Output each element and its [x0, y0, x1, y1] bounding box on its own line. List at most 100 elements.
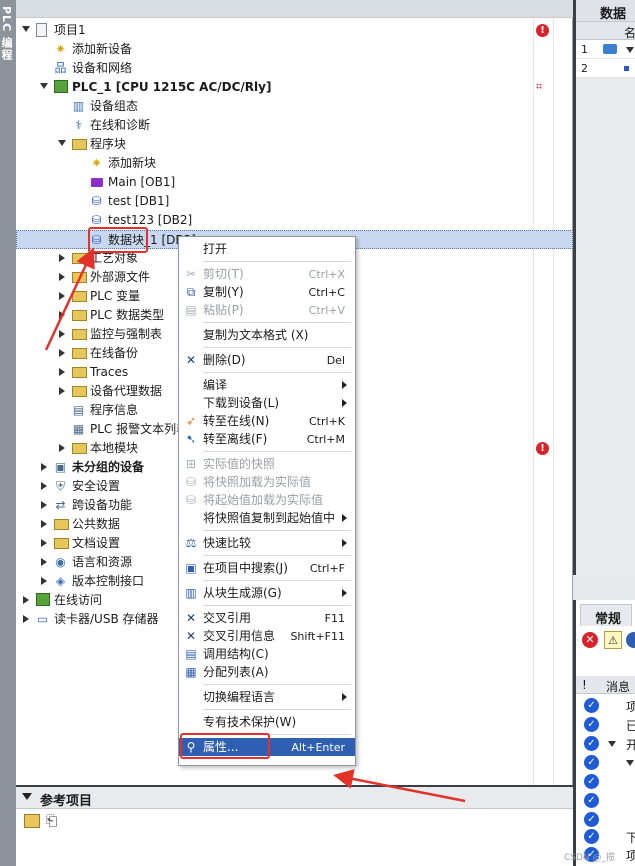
- menu-copy[interactable]: ⧉ 复制(Y) Ctrl+C: [179, 283, 355, 301]
- collapse-arrow-icon[interactable]: [41, 482, 47, 490]
- menu-load-snapshot[interactable]: ⛁ 将快照加载为实际值: [179, 473, 355, 491]
- tree-item-plc1[interactable]: PLC_1 [CPU 1215C AC/DC/Rly] ⌗: [16, 78, 573, 97]
- menu-cross-reference[interactable]: ✕ 交叉引用 F11: [179, 609, 355, 627]
- folder-icon: [72, 310, 87, 321]
- menu-know-how-protection[interactable]: 专有技术保护(W): [179, 713, 355, 731]
- collapse-arrow-icon[interactable]: [59, 273, 65, 281]
- tree-item-label: 监控与强制表: [90, 327, 163, 341]
- left-editor-strip[interactable]: PLC 编程: [0, 0, 16, 866]
- collapse-arrow-icon[interactable]: [41, 558, 47, 566]
- menu-search-in-project[interactable]: ▣ 在项目中搜索(J) Ctrl+F: [179, 559, 355, 577]
- menu-label: 复制为文本格式 (X): [203, 328, 309, 342]
- menu-go-offline[interactable]: ➷ 转至离线(F) Ctrl+M: [179, 430, 355, 448]
- tree-item-label: 外部源文件: [90, 270, 151, 284]
- menu-label: 从块生成源(G): [203, 586, 282, 600]
- warning-filter-icon[interactable]: ⚠: [604, 631, 622, 649]
- table-row[interactable]: 1: [576, 40, 635, 59]
- search-icon: ▣: [185, 561, 197, 575]
- tree-item-add-block[interactable]: ✷ 添加新块: [16, 154, 573, 173]
- collapse-arrow-icon[interactable]: [59, 254, 65, 262]
- expand-arrow-icon[interactable]: [40, 83, 48, 89]
- collapse-arrow-icon[interactable]: [41, 577, 47, 585]
- expand-arrow-icon[interactable]: [58, 140, 66, 146]
- collapse-arrow-icon[interactable]: [23, 596, 29, 604]
- tree-item-label: 添加新设备: [72, 42, 133, 56]
- close-reference-icon[interactable]: ⎗: [46, 813, 57, 829]
- open-reference-icon[interactable]: [24, 814, 40, 828]
- ob-block-icon: [91, 178, 103, 187]
- collapse-arrow-icon[interactable]: [59, 311, 65, 319]
- generate-source-icon: ▥: [185, 586, 197, 600]
- menu-separator: [203, 451, 351, 452]
- tree-item-main-ob1[interactable]: Main [OB1]: [16, 173, 573, 192]
- menu-snapshot[interactable]: ⊞ 实际值的快照: [179, 455, 355, 473]
- highlight-box-properties: [180, 733, 270, 759]
- menu-separator: [203, 322, 351, 323]
- menu-generate-source[interactable]: ▥ 从块生成源(G): [179, 584, 355, 602]
- tree-item-add-device[interactable]: ✷ 添加新设备: [16, 40, 573, 59]
- tree-item-device-config[interactable]: ▥ 设备组态: [16, 97, 573, 116]
- collapse-arrow-icon[interactable]: [41, 501, 47, 509]
- expand-arrow-icon[interactable]: [626, 47, 634, 53]
- tree-item-project[interactable]: 项目1 !: [16, 21, 573, 40]
- menu-quick-compare[interactable]: ⚖ 快速比较: [179, 534, 355, 552]
- tree-item-label: test [DB1]: [108, 194, 170, 208]
- menu-cross-reference-info[interactable]: ✕ 交叉引用信息 Shift+F11: [179, 627, 355, 645]
- tree-item-test-db1[interactable]: ⛁ test [DB1]: [16, 192, 573, 211]
- menu-assignment-list[interactable]: ▦ 分配列表(A): [179, 663, 355, 681]
- menu-open[interactable]: 打开: [179, 240, 355, 258]
- expand-arrow-icon[interactable]: [608, 741, 616, 747]
- menu-download[interactable]: 下载到设备(L): [179, 394, 355, 412]
- menu-copy-snapshot-to-start[interactable]: 将快照值复制到起始值中: [179, 509, 355, 527]
- highlight-box-datablock: [88, 227, 148, 253]
- folder-icon: [72, 386, 87, 397]
- collapse-arrow-icon[interactable]: [41, 463, 47, 471]
- collapse-arrow-icon[interactable]: [59, 444, 65, 452]
- menu-compile[interactable]: 编译: [179, 376, 355, 394]
- language-icon: ◉: [55, 555, 66, 569]
- collapse-arrow-icon[interactable]: [59, 387, 65, 395]
- add-block-icon: ✷: [91, 156, 102, 170]
- row-number: 2: [581, 62, 588, 75]
- menu-paste[interactable]: ▤ 粘贴(P) Ctrl+V: [179, 301, 355, 319]
- menu-cut[interactable]: ✂ 剪切(T) Ctrl+X: [179, 265, 355, 283]
- tree-item-label: 本地模块: [90, 441, 139, 455]
- menu-shortcut: Shift+F11: [290, 630, 345, 643]
- collapse-arrow-icon[interactable]: [59, 330, 65, 338]
- collapse-panel-icon[interactable]: [22, 793, 32, 800]
- copy-icon: ⧉: [186, 285, 196, 299]
- collapse-arrow-icon[interactable]: [23, 615, 29, 623]
- submenu-arrow-icon: [342, 589, 347, 597]
- error-filter-icon[interactable]: ✕: [582, 632, 598, 648]
- menu-delete[interactable]: ✕ 删除(D) Del: [179, 351, 355, 369]
- expand-arrow-icon[interactable]: [626, 760, 634, 766]
- tree-item-online-diag[interactable]: ⚕ 在线和诊断: [16, 116, 573, 135]
- message-text: 已: [626, 719, 635, 733]
- table-row[interactable]: 2: [576, 59, 635, 78]
- menu-go-online[interactable]: ➶ 转至在线(N) Ctrl+K: [179, 412, 355, 430]
- tree-item-label: 跨设备功能: [72, 498, 133, 512]
- menu-label: 实际值的快照: [203, 457, 276, 471]
- collapse-arrow-icon[interactable]: [59, 368, 65, 376]
- collapse-arrow-icon[interactable]: [59, 349, 65, 357]
- info-filter-icon[interactable]: [626, 632, 635, 648]
- menu-call-structure[interactable]: ▤ 调用结构(C): [179, 645, 355, 663]
- menu-switch-language[interactable]: 切换编程语言: [179, 688, 355, 706]
- tree-item-program-blocks[interactable]: 程序块: [16, 135, 573, 154]
- tree-item-label: 未分组的设备: [72, 460, 145, 474]
- menu-shortcut: Del: [326, 354, 345, 367]
- tab-general[interactable]: 常规: [580, 604, 632, 627]
- tree-item-devices-networks[interactable]: 品 设备和网络: [16, 59, 573, 78]
- expand-arrow-icon[interactable]: [22, 26, 30, 32]
- collapse-arrow-icon[interactable]: [41, 539, 47, 547]
- collapse-arrow-icon[interactable]: [59, 292, 65, 300]
- ok-check-icon: ✓: [584, 812, 599, 827]
- menu-label: 交叉引用: [203, 611, 252, 625]
- ok-check-icon: ✓: [584, 793, 599, 808]
- menu-load-start-values[interactable]: ⛁ 将起始值加载为实际值: [179, 491, 355, 509]
- menu-copy-as-text[interactable]: 复制为文本格式 (X): [179, 326, 355, 344]
- collapse-arrow-icon[interactable]: [41, 520, 47, 528]
- tree-header: [16, 0, 573, 18]
- menu-shortcut: Ctrl+F: [309, 562, 345, 575]
- tree-item-label: 版本控制接口: [72, 574, 145, 588]
